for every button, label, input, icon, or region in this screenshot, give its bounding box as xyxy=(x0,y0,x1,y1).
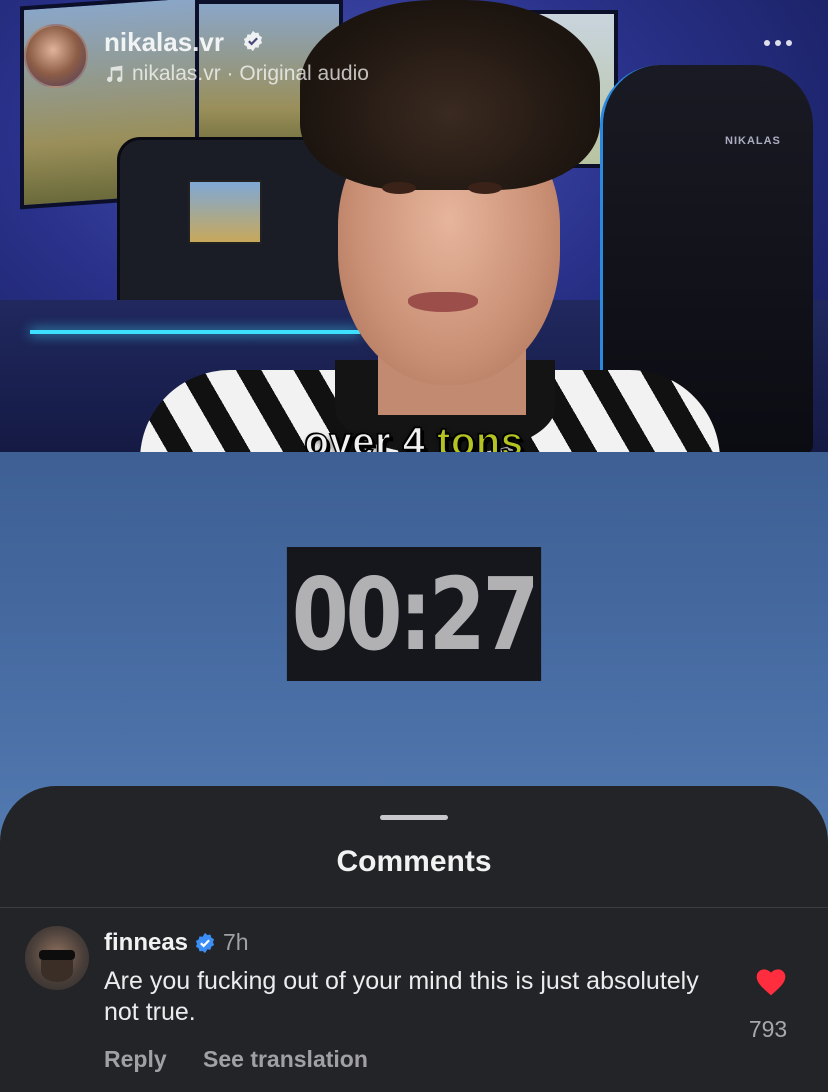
countdown-timer: 00:27 xyxy=(286,547,542,681)
audio-label: nikalas.vr · Original audio xyxy=(132,62,369,85)
see-translation-button[interactable]: See translation xyxy=(203,1046,368,1073)
person-eye-left xyxy=(382,182,416,194)
cockpit-screen xyxy=(188,180,262,244)
poster-username[interactable]: nikalas.vr xyxy=(104,27,224,58)
person-hair xyxy=(300,0,600,190)
heart-icon[interactable] xyxy=(754,966,788,996)
verified-badge-icon xyxy=(243,30,263,52)
led-strip xyxy=(30,330,360,334)
reply-button[interactable]: Reply xyxy=(104,1046,167,1073)
comments-title: Comments xyxy=(336,845,492,878)
poster-avatar[interactable] xyxy=(24,24,88,88)
comment-text: Are you fucking out of your mind this is… xyxy=(104,967,699,1026)
more-options-icon[interactable] xyxy=(764,40,792,46)
comment-time: 7h xyxy=(223,929,249,955)
person-mouth xyxy=(408,292,478,312)
verified-badge-icon xyxy=(195,932,215,954)
commenter-avatar[interactable] xyxy=(25,926,89,990)
like-count: 793 xyxy=(748,1016,788,1042)
person-eye-right xyxy=(468,182,502,194)
music-note-icon xyxy=(107,65,123,83)
chair-logo: NIKALAS xyxy=(725,135,781,147)
audio-row[interactable]: nikalas.vr · Original audio xyxy=(104,62,369,86)
divider xyxy=(0,907,828,908)
commenter-username[interactable]: finneas xyxy=(104,929,188,957)
sheet-drag-handle[interactable] xyxy=(380,815,448,820)
